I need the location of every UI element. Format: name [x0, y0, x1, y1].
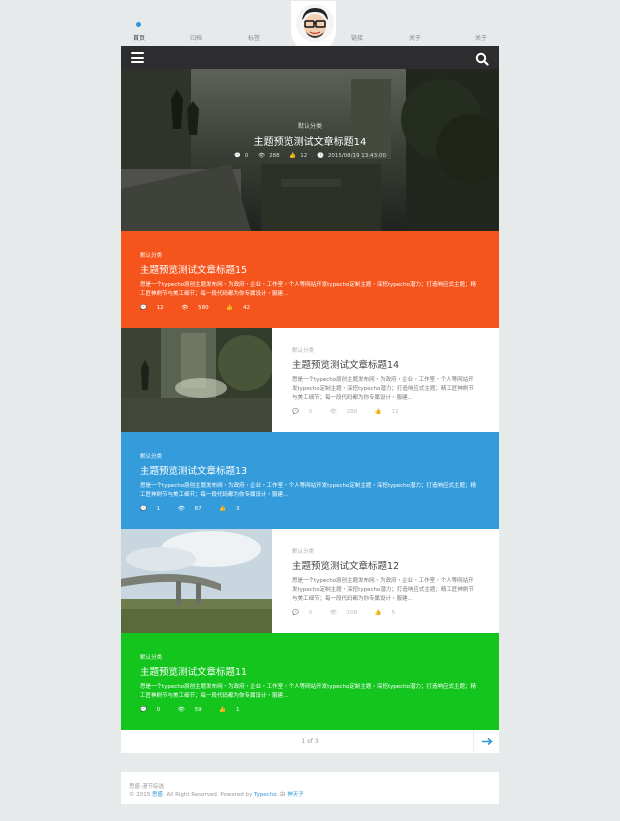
thumbs-up-icon: 👍 — [219, 707, 227, 713]
avatar[interactable] — [296, 4, 334, 42]
comment-icon: 💬 — [140, 707, 147, 713]
nav-item-home[interactable]: 首页 — [133, 33, 145, 42]
post-title[interactable]: 主题预览测试文章标题14 — [292, 357, 479, 371]
eye-icon: 👁 — [258, 153, 266, 159]
comment-count: 0 — [308, 409, 313, 415]
post-thumbnail[interactable] — [121, 529, 272, 633]
post-title[interactable]: 主题预览测试文章标题11 — [140, 664, 479, 678]
post-meta: 💬 1 👁 87 👍 3 — [140, 506, 479, 512]
featured-post-category[interactable]: 默认分类 — [121, 121, 499, 130]
toolbar — [121, 46, 499, 69]
view-count: 580 — [198, 305, 209, 311]
view-count: 288 — [269, 153, 280, 159]
menu-icon[interactable] — [131, 52, 144, 63]
post-category[interactable]: 默认分类 — [292, 346, 479, 354]
post-card[interactable]: 默认分类 主题预览测试文章标题11 思是一个typecho原创主题发布网・为政府… — [121, 633, 499, 730]
main-container: 默认分类 主题预览测试文章标题14 💬 0 👁 288 👍 12 🕓 2015/08/1… — [121, 46, 499, 753]
post-meta: 💬 0 👁 288 👍 12 — [292, 409, 479, 415]
search-icon[interactable] — [475, 51, 489, 66]
post-title[interactable]: 主题预览测试文章标题15 — [140, 262, 479, 276]
post-category[interactable]: 默认分类 — [140, 452, 479, 460]
comment-icon: 💬 — [140, 506, 147, 512]
clock-icon: 🕓 — [316, 153, 324, 159]
thumbs-up-icon: 👍 — [289, 153, 297, 159]
author-link[interactable]: 神天子 — [287, 792, 304, 798]
nav-item-about-2[interactable]: 关于 — [475, 33, 487, 42]
next-page-button[interactable] — [473, 730, 499, 753]
page-indicator: 1 of 3 — [301, 738, 319, 745]
by-text: . 由 — [276, 792, 286, 798]
top-navigation: 首页 归档 标签 链接 关于 关于 — [0, 0, 620, 53]
like-count: 3 — [235, 506, 240, 512]
comment-count: 0 — [308, 610, 313, 616]
post-excerpt: 思是一个typecho原创主题发布网・为政府・企业・工作室・个人等网站开发typ… — [140, 282, 476, 297]
eye-icon: 👁 — [329, 610, 337, 616]
comment-count: 12 — [156, 305, 164, 311]
eye-icon: 👁 — [181, 305, 189, 311]
typecho-link[interactable]: Typecho — [254, 792, 276, 798]
post-card[interactable]: 默认分类 主题预览测试文章标题15 思是一个typecho原创主题发布网・为政府… — [121, 231, 499, 328]
post-excerpt: 思是一个typecho原创主题发布网・为政府・企业・工作室・个人等网站开发typ… — [292, 578, 474, 602]
view-count: 108 — [346, 610, 358, 616]
view-count: 87 — [194, 506, 202, 512]
post-category[interactable]: 默认分类 — [140, 251, 479, 259]
post-date: 2015/08/19 13:43:00 — [327, 153, 386, 159]
footer-site-name: 思盛-漫节综选 — [129, 784, 164, 790]
thumbs-up-icon: 👍 — [374, 610, 382, 616]
rights-text: . All Right Reserved. Powered by — [163, 792, 253, 798]
like-count: 12 — [391, 409, 399, 415]
footer: 思盛-漫节综选 © 2015 思盛. All Right Reserved. P… — [121, 772, 499, 804]
eye-icon: 👁 — [177, 707, 185, 713]
footer-site-link[interactable]: 思盛 — [152, 792, 163, 798]
avatar-face-icon — [296, 4, 334, 42]
post-category[interactable]: 默认分类 — [140, 653, 479, 661]
comment-icon: 💬 — [140, 305, 147, 311]
thumbs-up-icon: 👍 — [226, 305, 234, 311]
post-meta: 💬 0 👁 108 👍 5 — [292, 610, 479, 616]
comment-icon: 💬 — [292, 610, 299, 616]
thumbs-up-icon: 👍 — [219, 506, 227, 512]
featured-post[interactable]: 默认分类 主题预览测试文章标题14 💬 0 👁 288 👍 12 🕓 2015/08/1… — [121, 69, 499, 231]
featured-post-image — [121, 69, 499, 231]
thumbs-up-icon: 👍 — [374, 409, 382, 415]
footer-copyright: © 2015 思盛. All Right Reserved. Powered b… — [129, 790, 304, 798]
post-card[interactable]: 默认分类 主题预览测试文章标题14 思是一个typecho原创主题发布网・为政府… — [121, 328, 499, 432]
pagination: 1 of 3 — [121, 730, 499, 753]
post-excerpt: 思是一个typecho原创主题发布网・为政府・企业・工作室・个人等网站开发typ… — [140, 483, 476, 498]
nav-item-about[interactable]: 关于 — [409, 33, 421, 42]
featured-post-meta: 💬 0 👁 288 👍 12 🕓 2015/08/19 13:43:00 — [121, 153, 499, 159]
eye-icon: 👁 — [177, 506, 185, 512]
view-count: 288 — [346, 409, 358, 415]
nav-item-tags[interactable]: 标签 — [248, 33, 260, 42]
post-title[interactable]: 主题预览测试文章标题12 — [292, 558, 479, 572]
nav-item-archive[interactable]: 归档 — [190, 33, 202, 42]
post-card[interactable]: 默认分类 主题预览测试文章标题13 思是一个typecho原创主题发布网・为政府… — [121, 432, 499, 529]
comment-count: 1 — [156, 506, 161, 512]
like-count: 42 — [242, 305, 250, 311]
like-count: 12 — [300, 153, 308, 159]
comment-count: 0 — [156, 707, 161, 713]
post-category[interactable]: 默认分类 — [292, 547, 479, 555]
post-title[interactable]: 主题预览测试文章标题13 — [140, 463, 479, 477]
post-thumbnail[interactable] — [121, 328, 272, 432]
post-meta: 💬 0 👁 59 👍 1 — [140, 707, 479, 713]
active-indicator-dot — [136, 22, 141, 27]
like-count: 5 — [391, 610, 395, 616]
view-count: 59 — [194, 707, 202, 713]
copyright-year: © 2015 — [129, 792, 151, 798]
post-card[interactable]: 默认分类 主题预览测试文章标题12 思是一个typecho原创主题发布网・为政府… — [121, 529, 499, 633]
comment-count: 0 — [244, 153, 249, 159]
comment-icon: 💬 — [292, 409, 299, 415]
like-count: 1 — [235, 707, 240, 713]
post-excerpt: 思是一个typecho原创主题发布网・为政府・企业・工作室・个人等网站开发typ… — [292, 377, 474, 401]
nav-item-links[interactable]: 链接 — [351, 33, 363, 42]
eye-icon: 👁 — [329, 409, 337, 415]
arrow-right-icon — [482, 737, 493, 746]
featured-post-title[interactable]: 主题预览测试文章标题14 — [121, 133, 499, 148]
comment-icon: 💬 — [234, 153, 241, 159]
post-meta: 💬 12 👁 580 👍 42 — [140, 305, 479, 311]
post-excerpt: 思是一个typecho原创主题发布网・为政府・企业・工作室・个人等网站开发typ… — [140, 684, 476, 699]
